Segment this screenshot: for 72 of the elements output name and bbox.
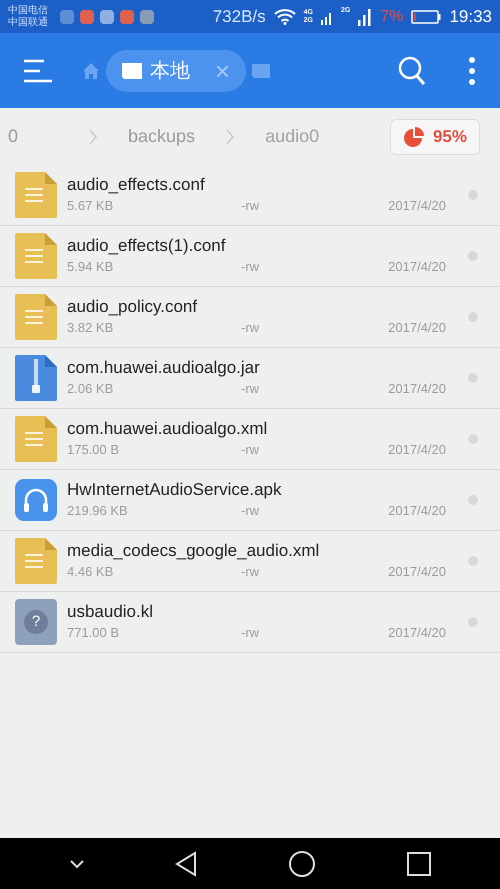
battery-percent: 7% [380,6,404,26]
text-file-icon [15,233,57,279]
file-size: 771.00 B [67,624,120,642]
text-file-icon [15,416,57,462]
file-date: 2017/4/20 [388,197,446,216]
file-row[interactable]: audio_effects(1).conf 5.94 KB -rw 2017/4/20 [0,226,500,287]
file-date: 2017/4/20 [388,441,446,460]
carrier-name: 中国联通 [8,16,48,28]
home-button-icon[interactable] [288,850,316,878]
file-row[interactable]: media_codecs_google_audio.xml 4.46 KB -rw 2017/4/20 [0,531,500,592]
wifi-icon [274,8,296,24]
chevron-icon [225,128,236,144]
chevron-icon [88,128,98,144]
home-icon[interactable] [82,62,100,80]
file-size: 175.00 B [67,441,120,460]
file-name: com.huawei.audioalgo.jar [67,357,261,380]
file-name: audio_effects(1).conf [67,235,226,258]
file-date: 2017/4/20 [388,502,446,520]
file-size: 4.46 KB [67,563,114,582]
file-row[interactable]: ? usbaudio.kl 771.00 B -rw 2017/4/20 [0,592,500,653]
file-size: 2.06 KB [67,380,114,398]
file-permissions: -rw [241,502,260,520]
file-permissions: -rw [241,624,260,642]
file-size: 3.82 KB [67,319,114,338]
file-name: media_codecs_google_audio.xml [67,540,320,562]
file-permissions: -rw [241,258,260,276]
unknown-file-icon: ? [15,599,57,645]
file-name: usbaudio.kl [67,601,154,624]
clock: 19:33 [449,6,492,28]
more-icon[interactable] [468,56,476,86]
file-size: 219.96 KB [67,502,129,520]
menu-icon[interactable] [24,58,52,82]
file-row[interactable]: audio_policy.conf 3.82 KB -rw 2017/4/20 [0,287,500,348]
tab-label: 本地 [150,58,190,84]
headphones-icon [15,479,57,521]
text-file-icon [15,538,57,584]
file-date: 2017/4/20 [388,563,446,582]
text-file-icon [15,172,57,218]
file-permissions: -rw [241,319,260,338]
file-name: HwInternetAudioService.apk [67,479,283,502]
network-speed: 732B/s [212,6,266,28]
file-permissions: -rw [241,380,260,398]
file-permissions: -rw [241,197,260,216]
carrier-name: 中国电信 [8,4,48,16]
sd-card-icon [122,62,142,78]
file-name: audio_effects.conf [67,174,206,196]
file-permissions: -rw [241,563,260,582]
storage-badge[interactable]: 95% [390,118,480,154]
back-icon[interactable] [174,850,196,876]
file-row[interactable]: com.huawei.audioalgo.jar 2.06 KB -rw 2017/4/20 [0,348,500,409]
zip-file-icon [15,355,57,401]
recents-icon[interactable] [406,852,430,876]
storage-percent: 95% [432,126,467,148]
file-size: 5.94 KB [67,258,114,276]
file-name: audio_policy.conf [67,296,198,318]
file-row[interactable]: com.huawei.audioalgo.xml 175.00 B -rw 2017/4/20 [0,409,500,470]
file-date: 2017/4/20 [388,624,446,642]
file-date: 2017/4/20 [388,258,446,276]
sd-card-icon[interactable] [252,64,270,78]
file-size: 5.67 KB [67,197,114,216]
file-date: 2017/4/20 [388,319,446,338]
file-date: 2017/4/20 [388,380,446,398]
signal-icon [358,8,372,26]
file-row[interactable]: HwInternetAudioService.apk 219.96 KB -rw 2017/4/20 [0,470,500,531]
file-row[interactable]: audio_effects.conf 5.67 KB -rw 2017/4/20 [0,165,500,226]
file-permissions: -rw [241,441,260,460]
pie-icon [402,126,425,148]
chevron-down-icon[interactable] [70,858,84,868]
search-icon[interactable] [398,56,426,86]
file-name: com.huawei.audioalgo.xml [67,418,268,440]
battery-icon [411,10,442,24]
text-file-icon [15,294,57,340]
